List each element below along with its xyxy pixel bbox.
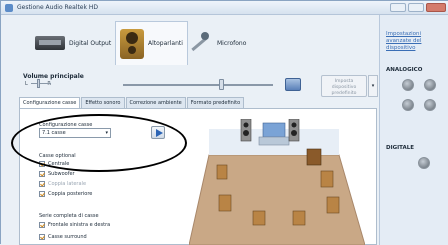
checkbox-front-lr-box[interactable] bbox=[39, 222, 45, 228]
default-device-dropdown[interactable]: ▾ bbox=[368, 75, 378, 97]
analog-jack-4[interactable] bbox=[424, 99, 436, 111]
tab-room-correction[interactable]: Correzione ambiente bbox=[125, 97, 186, 108]
speaker-front-right[interactable] bbox=[288, 119, 300, 142]
tab-speaker-configuration[interactable]: Configurazione casse bbox=[19, 97, 81, 108]
checkbox-side-pair: Coppia laterale bbox=[39, 181, 86, 187]
checkbox-front-lr[interactable]: Frontale sinistra e destra bbox=[39, 222, 110, 228]
window-title: Gestione Audio Realtek HD bbox=[17, 4, 99, 11]
checkbox-subwoofer[interactable]: Subwoofer bbox=[39, 171, 75, 177]
microphone-icon bbox=[187, 30, 213, 56]
highlight-annotation-ellipse bbox=[11, 114, 187, 172]
maximize-button[interactable] bbox=[408, 3, 424, 12]
tab-speakers-label: Altoparlanti bbox=[148, 40, 183, 47]
speaker-center[interactable] bbox=[258, 122, 290, 146]
checkbox-rear-pair[interactable]: Coppia posteriore bbox=[39, 191, 92, 197]
settings-tabs: Configurazione casse Effetto sonoro Corr… bbox=[19, 97, 245, 108]
speaker-back-right[interactable] bbox=[292, 210, 306, 226]
minimize-button[interactable] bbox=[390, 3, 406, 12]
balance-right-label: R bbox=[47, 81, 51, 87]
analog-jack-1[interactable] bbox=[402, 79, 414, 91]
analog-jack-3[interactable] bbox=[402, 99, 414, 111]
tab-speakers[interactable]: Altoparlanti bbox=[115, 21, 188, 65]
full-range-title: Serie completa di casse bbox=[39, 213, 99, 219]
tab-default-format[interactable]: Formato predefinito bbox=[186, 97, 245, 108]
close-button[interactable] bbox=[426, 3, 446, 12]
title-bar: Gestione Audio Realtek HD bbox=[1, 1, 448, 15]
speaker-side-right[interactable] bbox=[320, 170, 334, 188]
balance-left-label: L bbox=[25, 81, 28, 87]
analog-section-title: ANALOGICO bbox=[386, 67, 423, 73]
speaker-subwoofer[interactable] bbox=[306, 148, 322, 166]
speaker-room-visualization bbox=[189, 119, 365, 245]
checkbox-side-pair-label: Coppia laterale bbox=[48, 181, 87, 187]
speaker-side-left[interactable] bbox=[216, 164, 228, 180]
speaker-front-left[interactable] bbox=[240, 119, 252, 142]
checkbox-surround-label: Casse surround bbox=[48, 234, 87, 240]
digital-section-title: DIGITALE bbox=[386, 145, 415, 151]
tab-digital-output-label: Digital Output bbox=[69, 39, 112, 47]
speaker-icon bbox=[120, 28, 144, 59]
speaker-rear-left[interactable] bbox=[218, 194, 232, 212]
volume-slider[interactable] bbox=[123, 84, 273, 86]
checkbox-surround-box[interactable] bbox=[39, 234, 45, 240]
mute-speaker-icon[interactable] bbox=[285, 78, 301, 91]
analog-jack-2[interactable] bbox=[424, 79, 436, 91]
checkbox-rear-pair-box[interactable] bbox=[39, 191, 45, 197]
connector-panel: Impostazioni avanzate del dispositivo AN… bbox=[379, 15, 448, 245]
speaker-back-left[interactable] bbox=[252, 210, 266, 226]
checkbox-subwoofer-label: Subwoofer bbox=[48, 171, 75, 177]
audio-manager-window: Gestione Audio Realtek HD Digital Output… bbox=[0, 0, 448, 245]
tab-microphone-label: Microfono bbox=[217, 39, 247, 47]
volume-label: Volume principale bbox=[23, 73, 84, 80]
checkbox-side-pair-box bbox=[39, 181, 45, 187]
advanced-device-settings-link[interactable]: Impostazioni avanzate del dispositivo bbox=[386, 31, 421, 51]
checkbox-front-lr-label: Frontale sinistra e destra bbox=[48, 222, 111, 228]
speaker-rear-right[interactable] bbox=[326, 196, 340, 214]
checkbox-subwoofer-box[interactable] bbox=[39, 171, 45, 177]
tab-microphone[interactable]: Microfono bbox=[183, 23, 250, 63]
digital-output-icon bbox=[35, 36, 65, 50]
balance-slider-thumb[interactable] bbox=[37, 79, 40, 88]
checkbox-surround[interactable]: Casse surround bbox=[39, 234, 87, 240]
digital-jack[interactable] bbox=[418, 157, 430, 169]
tab-digital-output[interactable]: Digital Output bbox=[31, 23, 115, 63]
volume-slider-thumb[interactable] bbox=[219, 79, 224, 90]
checkbox-rear-pair-label: Coppia posteriore bbox=[48, 191, 93, 197]
balance-slider[interactable] bbox=[31, 83, 51, 84]
app-icon bbox=[5, 4, 13, 12]
device-tabs: Digital Output Altoparlanti Microfono bbox=[1, 19, 379, 69]
tab-sound-effects[interactable]: Effetto sonoro bbox=[81, 97, 125, 108]
set-default-device-button[interactable]: Imposta dispositivo predefinito bbox=[321, 75, 367, 97]
